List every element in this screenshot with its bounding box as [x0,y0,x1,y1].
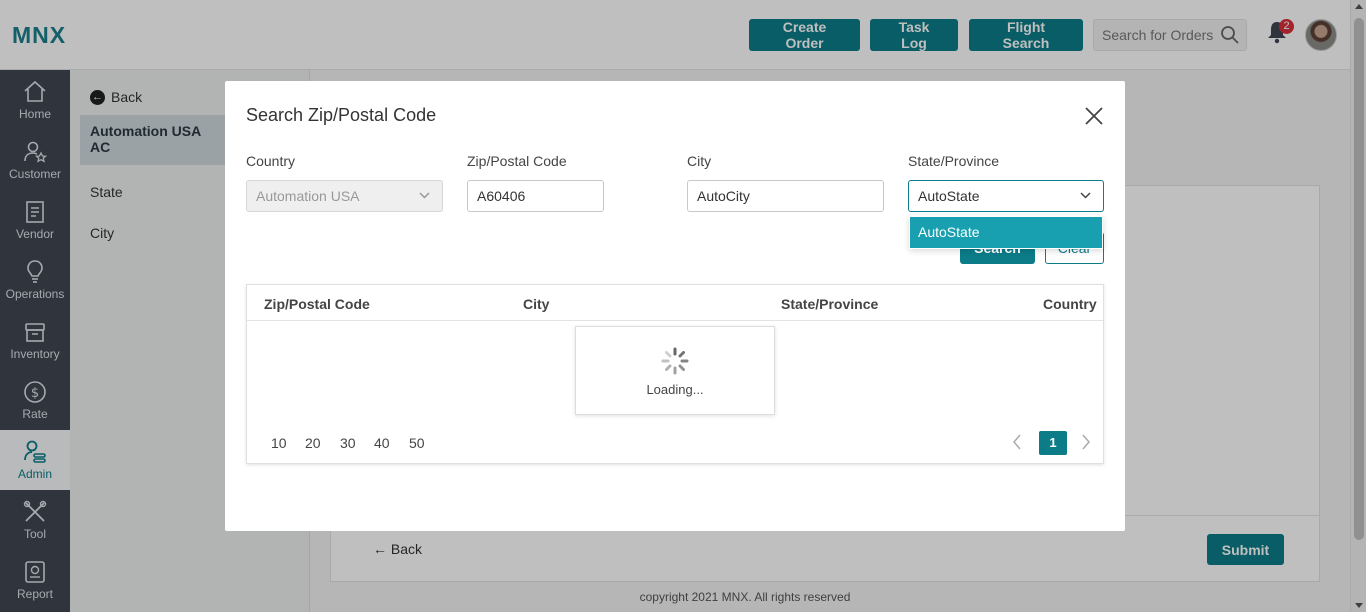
state-label: State/Province [908,153,1000,169]
chevron-down-icon[interactable] [1080,192,1091,199]
results-grid: Zip/Postal Code City State/Province Coun… [246,284,1104,464]
zip-label: Zip/Postal Code [467,153,567,169]
page-size-20[interactable]: 20 [305,435,321,451]
column-header-state[interactable]: State/Province [781,296,878,312]
page-size-40[interactable]: 40 [374,435,390,451]
loading-text: Loading... [646,382,704,397]
loading-indicator: Loading... [575,326,775,415]
country-select[interactable] [246,180,443,212]
zip-input[interactable] [467,180,604,212]
modal-title: Search Zip/Postal Code [246,105,437,125]
page-size-30[interactable]: 30 [340,435,356,451]
current-page[interactable]: 1 [1039,431,1067,455]
city-label: City [687,153,712,169]
page-size-50[interactable]: 50 [409,435,425,451]
state-dropdown-list: AutoState [909,215,1103,249]
close-icon[interactable] [1083,105,1105,127]
state-option[interactable]: AutoState [910,217,1102,248]
city-input[interactable] [687,180,884,212]
page-size-10[interactable]: 10 [271,435,287,451]
chevron-down-icon [419,192,430,199]
chevron-left-icon[interactable] [1012,434,1022,450]
column-header-city[interactable]: City [523,296,549,312]
chevron-right-icon[interactable] [1081,434,1091,450]
country-label: Country [246,153,296,169]
column-header-zip[interactable]: Zip/Postal Code [264,296,370,312]
grid-header: Zip/Postal Code City State/Province Coun… [247,285,1103,321]
zip-search-modal: Search Zip/Postal Code Country Zip/Posta… [225,81,1125,531]
state-input[interactable] [908,180,1104,212]
column-header-country[interactable]: Country [1043,296,1097,312]
spinner-icon [661,347,689,375]
